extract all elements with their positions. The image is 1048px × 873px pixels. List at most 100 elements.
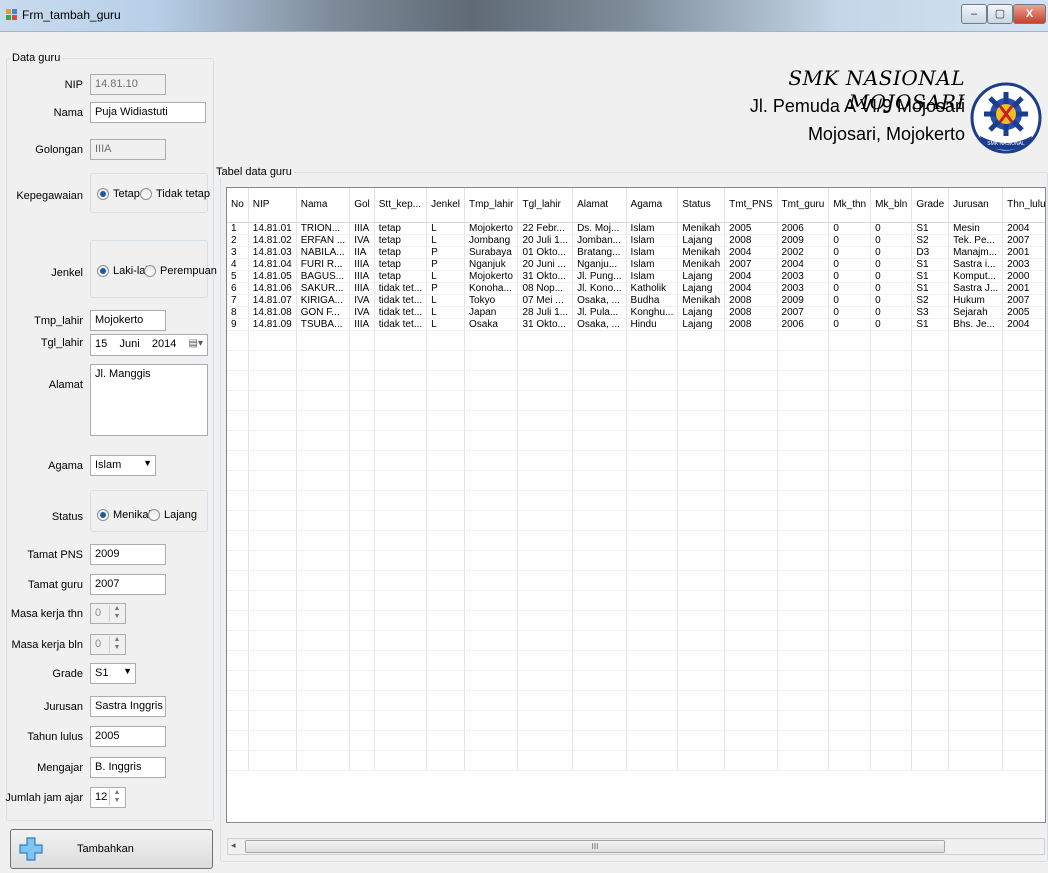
- table-cell[interactable]: Islam: [626, 246, 679, 259]
- table-cell[interactable]: ERFAN ...: [296, 234, 351, 247]
- table-cell[interactable]: 2000: [1002, 270, 1045, 283]
- tambahkan-button[interactable]: Tambahkan: [10, 829, 213, 869]
- column-header[interactable]: Status: [677, 188, 726, 223]
- table-cell[interactable]: 2008: [724, 306, 778, 319]
- table-cell[interactable]: KIRIGA...: [296, 294, 351, 307]
- table-cell[interactable]: 14.81.04: [248, 258, 297, 271]
- table-cell[interactable]: Surabaya: [464, 246, 519, 259]
- table-cell[interactable]: 2001: [1002, 246, 1045, 259]
- table-cell[interactable]: Japan: [464, 306, 519, 319]
- table-row[interactable]: 8 14.81.08 GON F... IVA tidak tet... L Japan 28…: [227, 306, 1045, 319]
- scrollbar-thumb[interactable]: III: [245, 840, 945, 853]
- column-header[interactable]: Mk_bln: [870, 188, 913, 223]
- table-cell[interactable]: Mojokerto: [464, 222, 519, 235]
- table-cell[interactable]: IIIA: [349, 258, 375, 271]
- table-cell[interactable]: Menikah: [677, 246, 726, 259]
- close-button[interactable]: X: [1013, 4, 1046, 24]
- table-cell[interactable]: tetap: [374, 270, 428, 283]
- scroll-left-icon[interactable]: ◂: [231, 840, 236, 851]
- column-header[interactable]: NIP: [248, 188, 297, 223]
- table-cell[interactable]: IIIA: [349, 282, 375, 295]
- masa-kerja-thn-spinner[interactable]: 0 ▲ ▼: [90, 603, 126, 624]
- table-cell[interactable]: 0: [828, 306, 872, 319]
- table-cell[interactable]: 2003: [777, 270, 830, 283]
- table-cell[interactable]: Islam: [626, 270, 679, 283]
- grade-dropdown[interactable]: S1 ▼: [90, 663, 136, 684]
- tahun-lulus-field[interactable]: 2005: [90, 726, 166, 747]
- table-cell[interactable]: 2009: [777, 234, 830, 247]
- table-cell[interactable]: Ds. Moj...: [572, 222, 627, 235]
- table-cell[interactable]: NABILA...: [296, 246, 351, 259]
- table-cell[interactable]: 2002: [777, 246, 830, 259]
- table-row[interactable]: 5 14.81.05 BAGUS... IIIA tetap L Mojokerto 31 O…: [227, 270, 1045, 283]
- table-cell[interactable]: P: [426, 246, 466, 259]
- table-cell[interactable]: 0: [870, 318, 913, 331]
- table-cell[interactable]: FURI R...: [296, 258, 351, 271]
- table-cell[interactable]: 2: [227, 234, 249, 247]
- column-header[interactable]: Tmt_guru: [777, 188, 830, 223]
- table-cell[interactable]: IVA: [349, 306, 375, 319]
- table-cell[interactable]: Jl. Kono...: [572, 282, 627, 295]
- table-cell[interactable]: S1: [911, 282, 950, 295]
- table-cell[interactable]: 0: [870, 234, 913, 247]
- table-cell[interactable]: 2009: [777, 294, 830, 307]
- table-cell[interactable]: 6: [227, 282, 249, 295]
- column-header[interactable]: Gol: [349, 188, 375, 223]
- table-cell[interactable]: Hindu: [626, 318, 679, 331]
- maximize-button[interactable]: ▢: [987, 4, 1013, 24]
- data-grid[interactable]: No NIP Nama Gol Stt_kep... Jenkel Tmp_lahir Tgl…: [226, 187, 1046, 823]
- table-cell[interactable]: 2007: [1002, 294, 1045, 307]
- table-cell[interactable]: S2: [911, 294, 950, 307]
- table-cell[interactable]: 28 Juli 1...: [517, 306, 574, 319]
- table-cell[interactable]: L: [426, 318, 466, 331]
- table-cell[interactable]: 2001: [1002, 282, 1045, 295]
- table-cell[interactable]: S3: [911, 306, 950, 319]
- table-cell[interactable]: 0: [828, 258, 872, 271]
- table-cell[interactable]: 14.81.02: [248, 234, 297, 247]
- table-cell[interactable]: Osaka, ...: [572, 294, 627, 307]
- table-cell[interactable]: Lajang: [677, 270, 726, 283]
- table-cell[interactable]: Mojokerto: [464, 270, 519, 283]
- table-cell[interactable]: 14.81.05: [248, 270, 297, 283]
- table-cell[interactable]: 2005: [724, 222, 778, 235]
- table-cell[interactable]: S2: [911, 234, 950, 247]
- table-cell[interactable]: Osaka: [464, 318, 519, 331]
- table-cell[interactable]: 0: [870, 306, 913, 319]
- table-cell[interactable]: tidak tet...: [374, 294, 428, 307]
- table-cell[interactable]: 0: [870, 270, 913, 283]
- spinner-arrows-icon[interactable]: ▲ ▼: [109, 789, 124, 806]
- table-cell[interactable]: TSUBA...: [296, 318, 351, 331]
- column-header[interactable]: Tmp_lahir: [464, 188, 519, 223]
- table-cell[interactable]: 2004: [724, 246, 778, 259]
- golongan-field[interactable]: IIIA: [90, 139, 166, 160]
- table-cell[interactable]: 07 Mei ...: [517, 294, 574, 307]
- table-cell[interactable]: L: [426, 294, 466, 307]
- table-cell[interactable]: Osaka, ...: [572, 318, 627, 331]
- table-cell[interactable]: 0: [828, 234, 872, 247]
- table-cell[interactable]: 2006: [777, 318, 830, 331]
- kepegawaian-tidak-tetap-radio[interactable]: Tidak tetap: [140, 188, 210, 200]
- table-cell[interactable]: Menikah: [677, 294, 726, 307]
- table-cell[interactable]: Konghu...: [626, 306, 679, 319]
- tamat-pns-field[interactable]: 2009: [90, 544, 166, 565]
- table-cell[interactable]: S1: [911, 258, 950, 271]
- table-cell[interactable]: Jl. Pung...: [572, 270, 627, 283]
- table-cell[interactable]: IIIA: [349, 222, 375, 235]
- table-cell[interactable]: 8: [227, 306, 249, 319]
- table-cell[interactable]: Budha: [626, 294, 679, 307]
- table-cell[interactable]: L: [426, 222, 466, 235]
- table-cell[interactable]: SAKUR...: [296, 282, 351, 295]
- table-cell[interactable]: Jl. Pula...: [572, 306, 627, 319]
- table-cell[interactable]: Tek. Pe...: [948, 234, 1004, 247]
- column-header[interactable]: No: [227, 188, 249, 223]
- table-cell[interactable]: Islam: [626, 222, 679, 235]
- table-cell[interactable]: Lajang: [677, 318, 726, 331]
- table-cell[interactable]: S1: [911, 318, 950, 331]
- tamat-guru-field[interactable]: 2007: [90, 574, 166, 595]
- table-cell[interactable]: Sejarah: [948, 306, 1004, 319]
- table-cell[interactable]: tetap: [374, 234, 428, 247]
- table-cell[interactable]: IIIA: [349, 270, 375, 283]
- table-cell[interactable]: 2004: [1002, 318, 1045, 331]
- table-cell[interactable]: 0: [828, 294, 872, 307]
- horizontal-scrollbar[interactable]: ◂ III: [227, 838, 1045, 855]
